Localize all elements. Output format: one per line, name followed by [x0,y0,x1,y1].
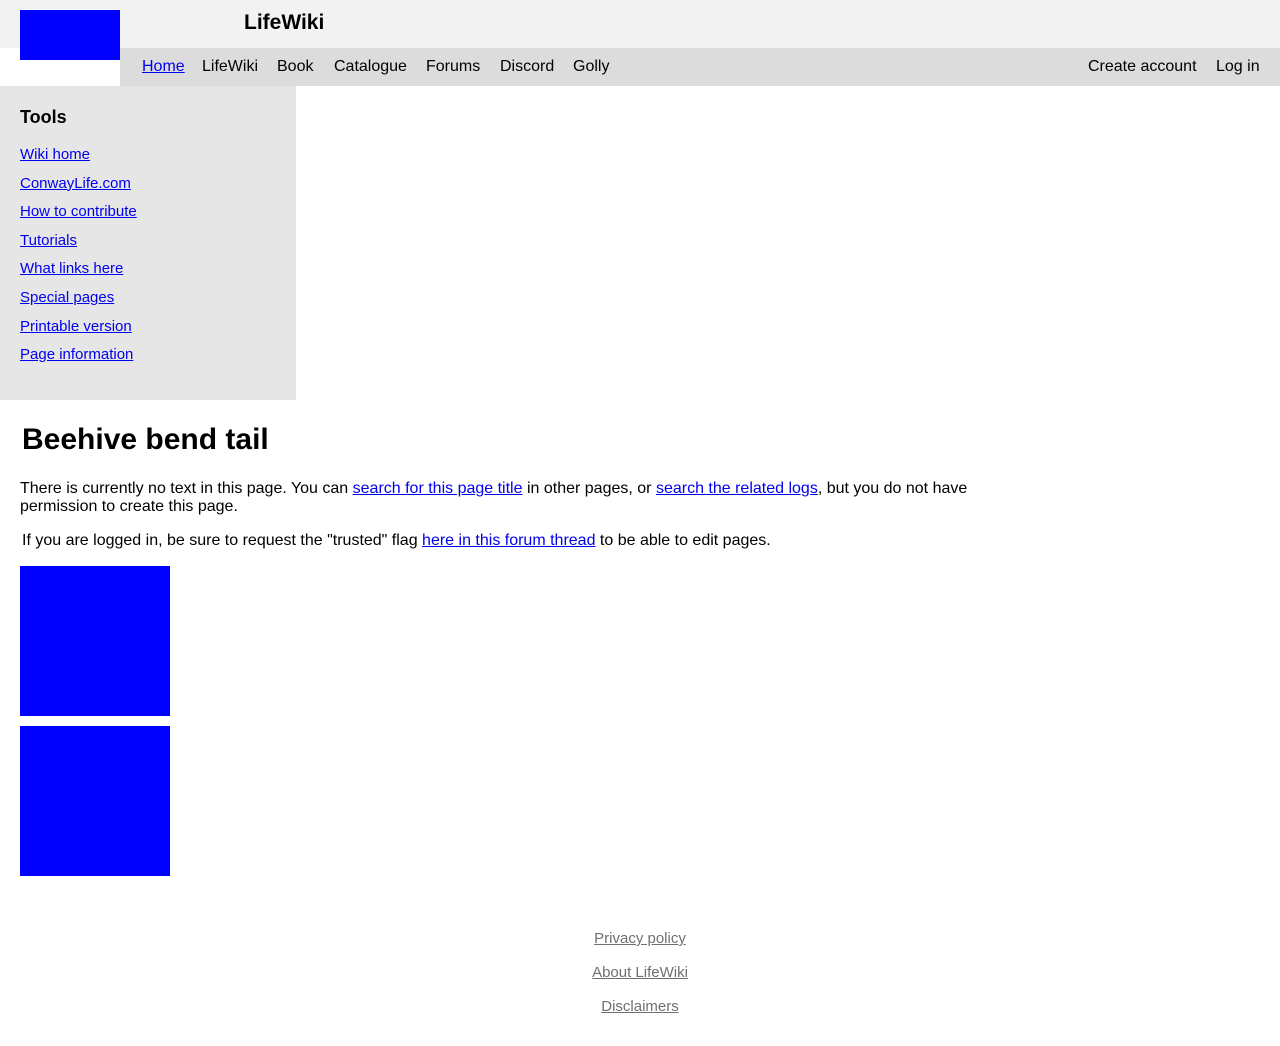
nav-golly[interactable]: Golly [573,58,609,76]
sidebar-item-how-to-contribute[interactable]: How to contribute [20,203,137,220]
notice-text: There is currently no text in this page.… [20,480,353,497]
nav-home[interactable]: Home [142,58,185,76]
sidebar-item-special-pages[interactable]: Special pages [20,289,114,306]
nav-book[interactable]: Book [277,58,313,76]
page-title: Beehive bend tail [22,423,269,456]
trusted-flag-notice: If you are logged in, be sure to request… [22,532,902,550]
tools-heading: Tools [20,107,67,127]
no-text-notice: There is currently no text in this page.… [20,480,1020,516]
top-bar: LifeWiki [0,0,1280,60]
privacy-policy-link[interactable]: Privacy policy [0,930,1280,948]
list-item: Special pages [20,289,137,318]
forum-thread-link[interactable]: here in this forum thread [422,532,595,549]
sidebar-item-printable-version[interactable]: Printable version [20,318,132,335]
list-item: Printable version [20,318,137,347]
sidebar-item-tutorials[interactable]: Tutorials [20,232,77,249]
sidebar-item-wiki-home[interactable]: Wiki home [20,146,90,163]
notice-text: in other pages, or [522,480,656,497]
create-account-link[interactable]: Create account [1088,58,1197,76]
tools-list: Wiki home ConwayLife.com How to contribu… [20,146,137,375]
nav-forums[interactable]: Forums [426,58,480,76]
about-lifewiki-link[interactable]: About LifeWiki [0,964,1280,982]
sidebar-item-what-links-here[interactable]: What links here [20,260,123,277]
site-title[interactable]: LifeWiki [244,11,324,35]
list-item: Page information [20,346,137,375]
notice-text: If you are logged in, be sure to request… [22,532,423,549]
list-item: ConwayLife.com [20,175,137,204]
sidebar-tools: Tools Wiki home ConwayLife.com How to co… [0,86,296,400]
search-related-logs-link[interactable]: search the related logs [656,480,818,497]
list-item: Wiki home [20,146,137,175]
log-in-link[interactable]: Log in [1216,58,1260,76]
notice-text: to be able to edit pages. [595,532,771,549]
disclaimers-link[interactable]: Disclaimers [0,998,1280,1016]
nav-catalogue[interactable]: Catalogue [334,58,407,76]
search-page-title-link[interactable]: search for this page title [353,480,523,497]
list-item: How to contribute [20,203,137,232]
nav-discord[interactable]: Discord [500,58,554,76]
footer: Privacy policy About LifeWiki Disclaimer… [0,930,1280,1032]
lifewiki-logo-icon[interactable] [20,10,120,60]
sidebar-item-conwaylife[interactable]: ConwayLife.com [20,175,131,192]
sidebar-item-page-information[interactable]: Page information [20,346,133,363]
list-item: Tutorials [20,232,137,261]
list-item: What links here [20,260,137,289]
main-nav: Home LifeWiki Book Catalogue Forums Disc… [120,48,1280,86]
pattern-image [20,566,170,716]
nav-lifewiki[interactable]: LifeWiki [202,58,258,76]
pattern-image [20,726,170,876]
